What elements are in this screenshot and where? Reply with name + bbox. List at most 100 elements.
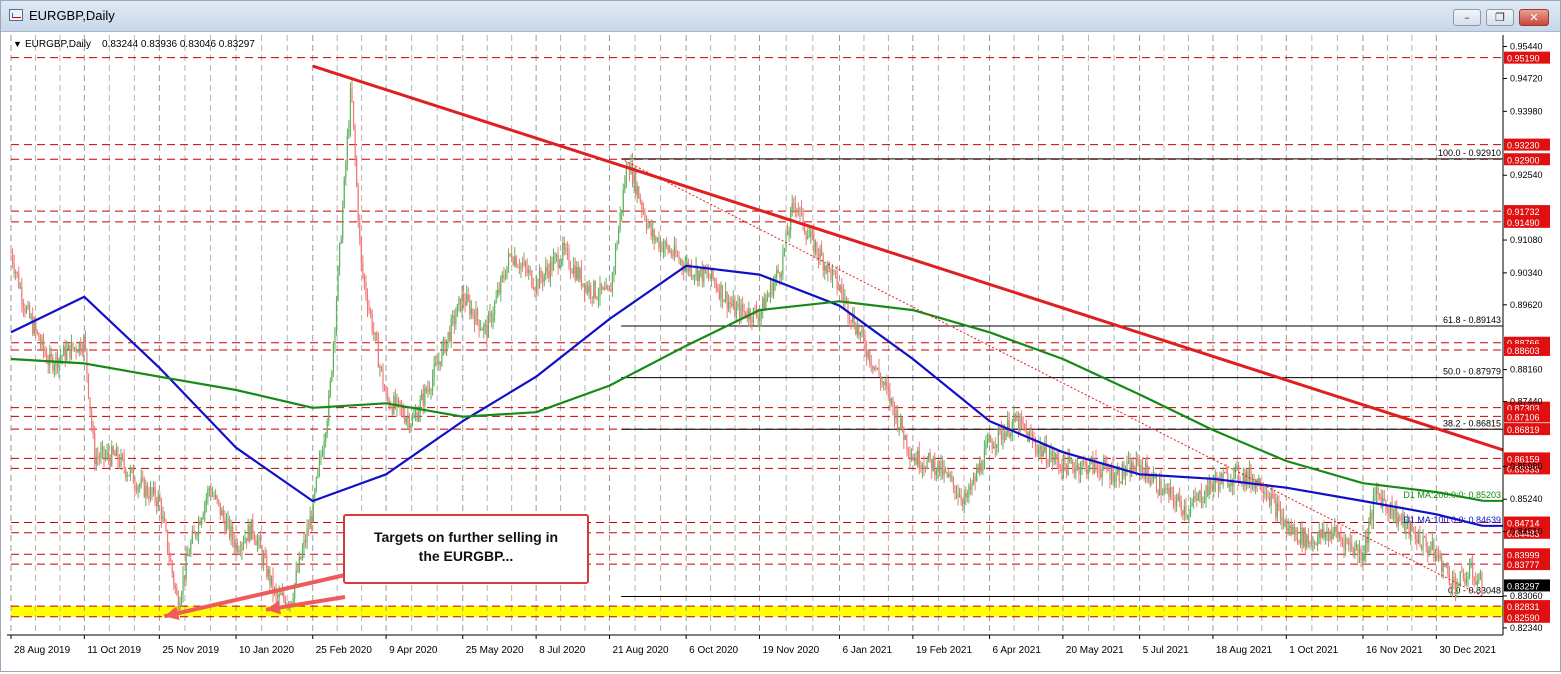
candle-body [731,304,733,307]
candle-body [777,270,779,273]
candle-body [1140,465,1142,472]
candle-body [269,569,271,585]
candle-body [607,286,609,290]
candle-body [907,449,910,454]
candle-body [346,136,348,164]
candle-body [228,518,231,537]
candle-body [87,374,90,398]
candle-body [804,226,806,233]
candle-body [948,474,950,477]
candle-body [994,446,996,448]
candle-body [283,592,285,600]
candle-body [337,267,339,301]
candle-body [170,558,172,562]
candle-body [1199,491,1201,495]
candle-body [644,211,646,221]
candle-body [1343,540,1345,550]
candle-body [1152,475,1154,482]
candle-body [845,298,848,300]
candle-body [887,386,889,390]
candle-body [698,270,700,282]
candle-body [1134,470,1136,472]
candle-body [1078,464,1080,475]
candle-body [428,388,431,392]
candle-body [77,351,79,353]
candle-body [579,268,581,280]
candle-body [476,308,479,321]
candle-body [1298,540,1300,544]
candle-body [216,495,218,500]
candle-body [1124,471,1127,477]
candle-body [850,319,852,322]
candle-body [1348,539,1350,545]
x-tick-label: 11 Oct 2019 [87,645,141,656]
candle-body [517,266,519,268]
candle-body [256,540,259,546]
candle-body [137,486,139,492]
candle-body [151,487,153,494]
candle-body [1368,524,1370,544]
candle-body [472,308,474,315]
candle-body [436,362,438,365]
candle-body [1264,492,1266,494]
candle-body [433,364,435,378]
candle-body [1224,472,1226,474]
candle-body [807,236,809,239]
candle-body [35,321,37,331]
candle-body [1002,433,1004,441]
price-chart[interactable]: 100.0 - 0.92910 61.8 - 0.89143 50.0 - 0.87… [7,35,1556,669]
candle-body [545,266,547,275]
candle-body [441,346,443,366]
candle-body [461,293,463,311]
candle-body [839,286,841,289]
candle-body [625,166,627,185]
candle-body [125,468,127,477]
candle-body [1295,528,1297,535]
candle-body [466,294,468,306]
close-button[interactable]: ✕ [1519,9,1549,26]
candle-body [1017,415,1020,432]
candle-body [805,232,807,239]
candle-body [828,262,830,268]
candle-body [97,456,99,458]
candle-body [177,595,179,610]
minimize-button[interactable]: – [1453,9,1481,26]
candle-body [123,458,125,469]
candle-body [148,495,150,500]
candle-body [1248,469,1251,482]
candle-body [1389,502,1392,517]
candle-body [1174,500,1176,507]
candle-body [122,454,124,459]
candle-body [1462,571,1464,579]
candle-body [1222,473,1224,485]
candle-body [886,382,888,387]
candle-body [1042,451,1044,457]
window-titlebar[interactable]: EURGBP,Daily – ❐ ✕ [1,1,1560,32]
candle-body [258,537,260,541]
candle-body [404,416,406,423]
candle-body [549,260,551,279]
candle-body [534,289,536,291]
candle-body [935,471,937,475]
price-chart-area[interactable]: 100.0 - 0.92910 61.8 - 0.89143 50.0 - 0.87… [7,35,1556,669]
candle-body [149,487,152,500]
candle-body [401,407,403,409]
candle-body [1292,526,1294,535]
candle-body [1470,562,1472,568]
candle-body [701,266,703,282]
candle-body [903,431,905,440]
candle-body [439,361,441,366]
candle-body [211,495,214,497]
candle-body [362,263,364,276]
candle-body [182,575,184,594]
candle-body [1188,514,1190,516]
candle-body [143,478,145,497]
candle-body [329,380,331,396]
candle-body [537,279,539,289]
candle-body [363,275,365,283]
candle-body [1118,469,1120,483]
candle-body [108,451,110,458]
candle-body [717,288,719,291]
restore-button[interactable]: ❐ [1486,9,1514,26]
candle-body [320,455,322,459]
